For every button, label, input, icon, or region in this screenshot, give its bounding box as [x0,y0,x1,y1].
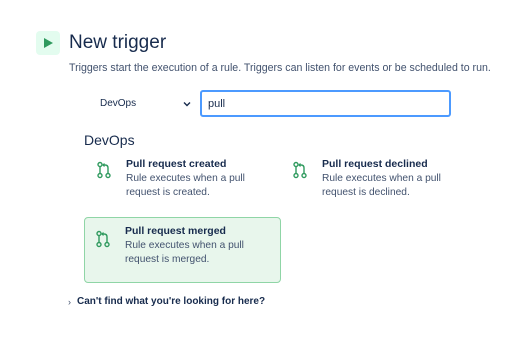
chevron-right-icon: › [68,296,71,307]
pull-request-icon [96,230,110,248]
trigger-card-pr-declined[interactable]: Pull request declined Rule executes when… [282,158,478,204]
help-label: Can't find what you're looking for here? [77,296,266,307]
play-icon [36,31,60,55]
page-description: Triggers start the execution of a rule. … [69,62,491,74]
trigger-card-title: Pull request created [126,158,227,170]
trigger-card-description: Rule executes when a pull request is cre… [126,173,245,198]
pull-request-icon [97,161,111,179]
trigger-card-description: Rule executes when a pull request is mer… [125,240,244,265]
page-title: New trigger [69,32,167,53]
trigger-card-pr-merged[interactable]: Pull request merged Rule executes when a… [84,217,281,283]
trigger-card-title: Pull request merged [125,225,226,237]
trigger-card-title: Pull request declined [322,158,428,170]
section-title: DevOps [84,132,135,148]
category-select[interactable]: DevOps [92,90,200,117]
pull-request-icon [293,161,307,179]
trigger-card-pr-created[interactable]: Pull request created Rule executes when … [86,158,282,204]
search-input[interactable] [200,90,451,117]
category-select-value: DevOps [100,98,137,109]
chevron-down-icon [183,101,191,106]
trigger-card-description: Rule executes when a pull request is dec… [322,173,441,198]
help-toggle[interactable]: › Can't find what you're looking for her… [68,296,265,307]
